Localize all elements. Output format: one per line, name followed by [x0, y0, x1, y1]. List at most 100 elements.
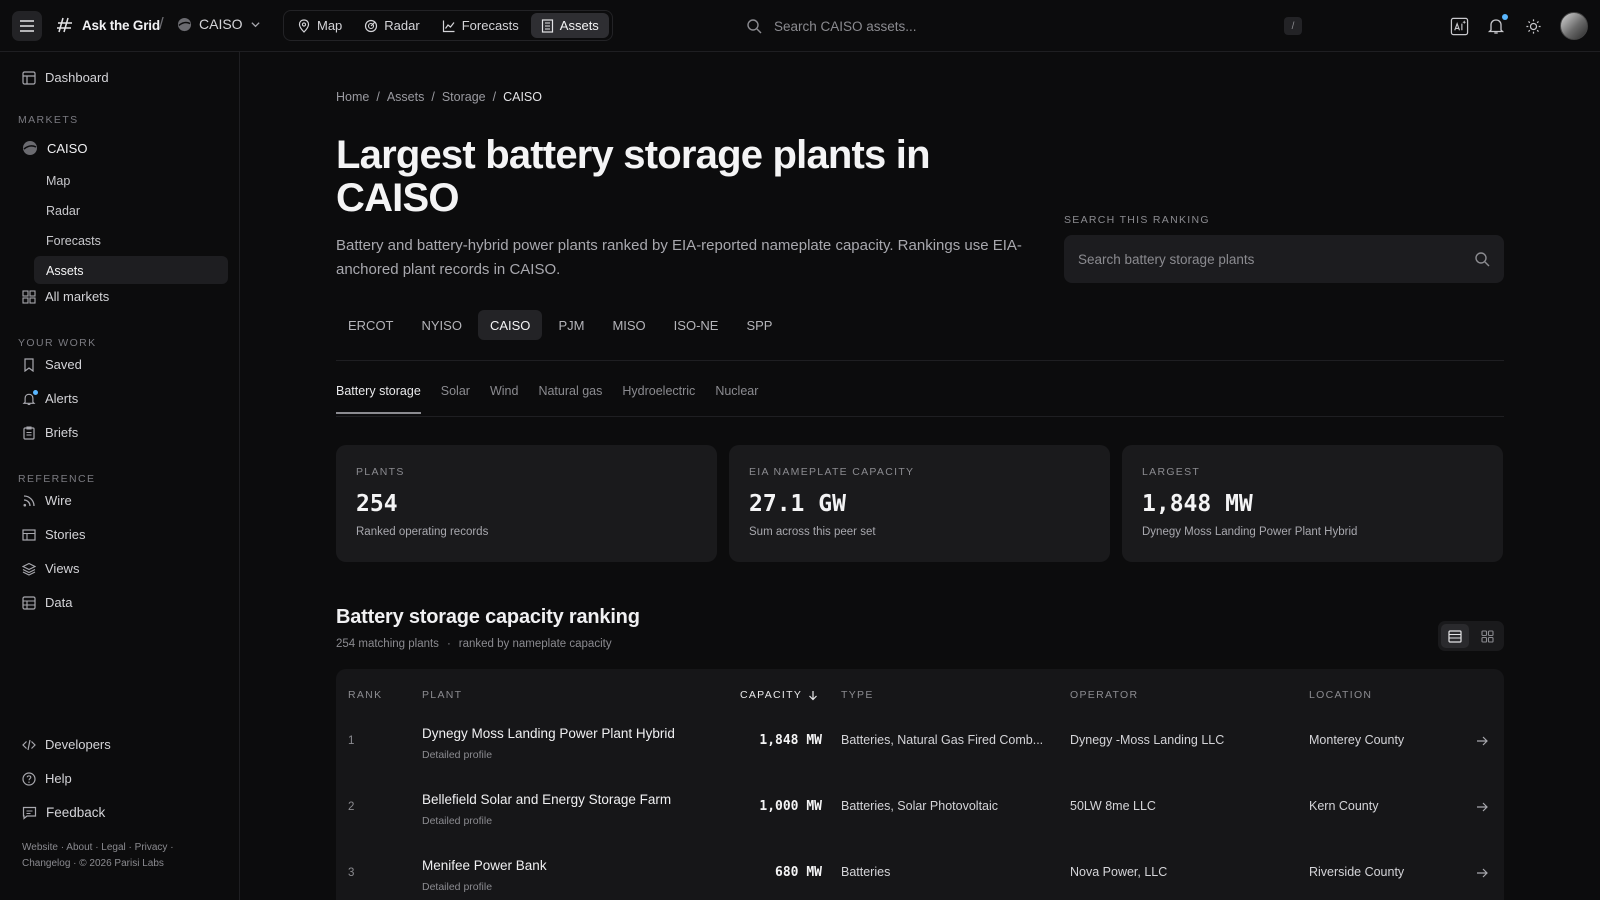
sidebar-subitem-map[interactable]: Map	[46, 174, 70, 188]
ranking-search-box[interactable]: Search battery storage plants	[1064, 235, 1504, 283]
sidebar-item-feedback-label: Feedback	[46, 805, 106, 820]
sidebar-item-alerts[interactable]: Alerts	[22, 389, 79, 406]
list-view-button[interactable]	[1441, 624, 1469, 648]
hamburger-menu-button[interactable]	[12, 11, 42, 41]
stat-card-plants: PLANTS 254 Ranked operating records	[336, 445, 717, 562]
nav-tab-map[interactable]: Map	[287, 13, 352, 38]
sidebar-item-dashboard-label: Dashboard	[45, 70, 109, 85]
nav-tab-forecasts-label: Forecasts	[461, 18, 519, 33]
user-avatar[interactable]	[1560, 12, 1588, 40]
sidebar-heading-your-work: YOUR WORK	[18, 337, 97, 349]
sidebar-subitem-forecasts[interactable]: Forecasts	[46, 234, 101, 248]
sidebar-item-developers[interactable]: Developers	[22, 737, 111, 752]
theme-toggle-button[interactable]	[1523, 16, 1543, 36]
map-icon	[298, 18, 310, 33]
nav-tab-radar[interactable]: Radar	[354, 13, 429, 38]
row-plant-name[interactable]: Dynegy Moss Landing Power Plant Hybrid	[422, 726, 675, 741]
sidebar-item-data[interactable]: Data	[22, 595, 72, 610]
app-logo[interactable]: Ask the Grid	[55, 15, 160, 35]
column-header-operator[interactable]: OPERATOR	[1070, 689, 1138, 701]
arrow-down-icon	[809, 690, 818, 700]
sidebar-item-stories[interactable]: Stories	[22, 527, 85, 542]
ai-assistant-button[interactable]	[1449, 16, 1469, 36]
row-profile-link[interactable]: Detailed profile	[422, 815, 492, 827]
type-tab-battery-storage[interactable]: Battery storage	[336, 384, 421, 414]
row-plant-name[interactable]: Menifee Power Bank	[422, 858, 547, 873]
sidebar-item-briefs[interactable]: Briefs	[22, 425, 78, 440]
table-row[interactable]: 3 Menifee Power Bank Detailed profile 68…	[336, 840, 1504, 900]
market-tab-pjm[interactable]: PJM	[546, 310, 596, 340]
arrow-right-icon[interactable]	[1476, 735, 1489, 747]
sidebar-item-help-label: Help	[45, 771, 72, 786]
table-row[interactable]: 2 Bellefield Solar and Energy Storage Fa…	[336, 774, 1504, 840]
sidebar-item-views-label: Views	[45, 561, 80, 576]
arrow-right-icon[interactable]	[1476, 801, 1489, 813]
top-bar: Ask the Grid / CAISO Map Radar Forecasts…	[0, 0, 1600, 52]
page-title: Largest battery storage plants in CAISO	[336, 133, 931, 220]
footer-links[interactable]: Website · About · Legal · Privacy · Chan…	[22, 840, 174, 872]
market-tab-caiso[interactable]: CAISO	[477, 310, 543, 340]
market-tab-iso-ne[interactable]: ISO-NE	[662, 310, 731, 340]
sidebar-item-alerts-label: Alerts	[45, 391, 79, 406]
row-capacity: 1,848 MW	[759, 733, 822, 748]
market-selector[interactable]: CAISO	[177, 16, 261, 32]
search-shortcut-key: /	[1284, 17, 1302, 35]
alerts-dot	[33, 389, 38, 395]
row-profile-link[interactable]: Detailed profile	[422, 749, 492, 761]
sidebar-item-caiso[interactable]: CAISO	[22, 140, 87, 156]
type-tab-wind[interactable]: Wind	[490, 384, 518, 414]
sidebar-item-views[interactable]: Views	[22, 561, 79, 576]
nav-tab-forecasts[interactable]: Forecasts	[432, 13, 529, 38]
type-tab-hydroelectric[interactable]: Hydroelectric	[622, 384, 695, 414]
sidebar-item-feedback[interactable]: Feedback	[22, 805, 105, 820]
global-search[interactable]: Search CAISO assets... /	[746, 14, 1302, 38]
market-tab-spp[interactable]: SPP	[734, 310, 784, 340]
breadcrumb-home[interactable]: Home	[336, 90, 369, 104]
table-row[interactable]: 1 Dynegy Moss Landing Power Plant Hybrid…	[336, 708, 1504, 774]
asset-type-tabs: Battery storage Solar Wind Natural gas H…	[336, 384, 758, 414]
sidebar-item-saved[interactable]: Saved	[22, 357, 82, 372]
footer-links-line-2[interactable]: Changelog · © 2026 Parisi Labs	[22, 856, 174, 872]
row-operator: 50LW 8me LLC	[1070, 799, 1156, 813]
market-globe-icon	[177, 17, 192, 31]
stat-value: 27.1 GW	[749, 491, 846, 517]
breadcrumb: Home / Assets / Storage / CAISO	[336, 90, 542, 104]
sidebar-subitem-assets[interactable]: Assets	[46, 264, 84, 278]
table-icon	[22, 595, 36, 610]
app-name: Ask the Grid	[82, 17, 160, 33]
sidebar-item-all-markets-label: All markets	[45, 289, 110, 304]
global-search-input[interactable]: Search CAISO assets...	[774, 19, 1272, 34]
row-capacity: 680 MW	[775, 865, 822, 880]
type-tab-solar[interactable]: Solar	[441, 384, 470, 414]
market-tab-ercot[interactable]: ERCOT	[336, 310, 406, 340]
row-profile-link[interactable]: Detailed profile	[422, 881, 492, 893]
nav-tab-assets[interactable]: Assets	[530, 13, 609, 38]
column-header-type[interactable]: TYPE	[841, 689, 874, 701]
row-plant-name[interactable]: Bellefield Solar and Energy Storage Farm	[422, 792, 671, 807]
grid-view-button[interactable]	[1473, 624, 1501, 648]
column-header-plant[interactable]: PLANT	[422, 689, 462, 701]
breadcrumb-assets[interactable]: Assets	[387, 90, 425, 104]
footer-links-line-1[interactable]: Website · About · Legal · Privacy ·	[22, 840, 174, 856]
market-tab-miso[interactable]: MISO	[600, 310, 657, 340]
notification-dot	[1502, 14, 1508, 20]
column-header-rank[interactable]: RANK	[348, 689, 382, 701]
sidebar-item-all-markets[interactable]: All markets	[22, 289, 109, 304]
sidebar-heading-reference: REFERENCE	[18, 473, 96, 485]
sidebar-subitem-radar[interactable]: Radar	[46, 204, 80, 218]
sidebar-item-wire[interactable]: Wire	[22, 493, 72, 508]
sidebar-item-dashboard[interactable]: Dashboard	[22, 70, 109, 85]
type-tab-nuclear[interactable]: Nuclear	[715, 384, 758, 414]
notifications-button[interactable]	[1486, 14, 1508, 36]
ranking-search-input[interactable]: Search battery storage plants	[1078, 252, 1474, 267]
sidebar: Dashboard MARKETS CAISO Map Radar Foreca…	[0, 52, 240, 900]
arrow-right-icon[interactable]	[1476, 867, 1489, 879]
column-header-location[interactable]: LOCATION	[1309, 689, 1372, 701]
stat-card-capacity: EIA NAMEPLATE CAPACITY 27.1 GW Sum acros…	[729, 445, 1110, 562]
breadcrumb-storage[interactable]: Storage	[442, 90, 486, 104]
sidebar-item-saved-label: Saved	[45, 357, 82, 372]
type-tab-natural-gas[interactable]: Natural gas	[538, 384, 602, 414]
column-header-capacity[interactable]: CAPACITY	[740, 689, 818, 701]
market-tab-nyiso[interactable]: NYISO	[410, 310, 474, 340]
sidebar-item-help[interactable]: Help	[22, 771, 72, 786]
